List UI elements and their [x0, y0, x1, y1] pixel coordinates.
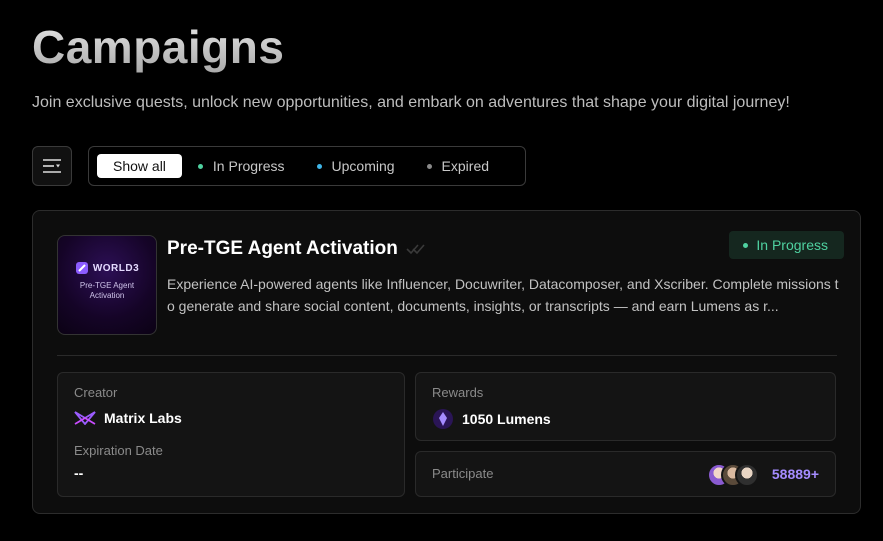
status-tabs: Show all In Progress Upcoming Expired: [88, 146, 526, 186]
thumbnail-line-2: Activation: [89, 291, 125, 300]
creator-label: Creator: [74, 385, 118, 400]
expiration-label: Expiration Date: [74, 443, 163, 458]
filter-menu-icon: [43, 159, 61, 173]
world3-logo-icon: [75, 262, 88, 274]
status-label: In Progress: [756, 237, 828, 253]
tab-label: Upcoming: [331, 158, 395, 174]
page-title: Campaigns: [32, 21, 285, 73]
campaign-title-row: Pre-TGE Agent Activation: [167, 238, 426, 260]
participant-count: 58889+: [771, 466, 819, 482]
expiration-value: --: [74, 465, 84, 481]
tab-label: In Progress: [212, 158, 285, 174]
campaign-card[interactable]: WORLD3 Pre-TGE Agent Activation Pre-TGE …: [32, 210, 861, 514]
status-dot-icon: [743, 242, 749, 248]
campaign-description: Experience AI-powered agents like Influe…: [167, 276, 839, 314]
creator-name: Matrix Labs: [104, 410, 182, 426]
rewards-box: Rewards 1050 Lumens: [415, 372, 836, 441]
filter-menu-button[interactable]: [32, 146, 72, 186]
page-subtitle: Join exclusive quests, unlock new opport…: [32, 94, 790, 111]
rewards-label: Rewards: [432, 385, 484, 400]
rewards-amount: 1050 Lumens: [462, 411, 551, 427]
tab-in-progress[interactable]: In Progress: [182, 154, 301, 178]
campaign-thumbnail: WORLD3 Pre-TGE Agent Activation: [57, 235, 157, 335]
double-check-icon: [406, 244, 425, 255]
lumens-gem-icon: [433, 409, 453, 429]
tab-show-all[interactable]: Show all: [97, 154, 182, 178]
participate-label: Participate: [432, 466, 494, 481]
participate-box[interactable]: Participate 58889+: [415, 451, 836, 497]
creator-box: Creator Matrix Labs Expiration Date --: [57, 372, 405, 497]
creator-value[interactable]: Matrix Labs: [74, 410, 182, 426]
status-badge: In Progress: [729, 231, 844, 259]
matrix-labs-logo-icon: [74, 411, 96, 425]
thumbnail-line-1: Pre-TGE Agent: [79, 281, 135, 290]
campaign-title: Pre-TGE Agent Activation: [167, 238, 398, 259]
rewards-value: 1050 Lumens: [432, 408, 551, 430]
tab-label: Expired: [441, 158, 490, 174]
tab-expired[interactable]: Expired: [411, 154, 505, 178]
tab-upcoming[interactable]: Upcoming: [301, 154, 411, 178]
expired-dot-icon: [426, 163, 432, 169]
thumbnail-logo-text: WORLD3: [92, 262, 140, 274]
tab-label: Show all: [113, 158, 166, 174]
card-divider: [57, 355, 837, 356]
avatar: [735, 463, 759, 487]
participant-avatars: [707, 463, 759, 487]
in-progress-dot-icon: [197, 163, 203, 169]
upcoming-dot-icon: [316, 163, 322, 169]
